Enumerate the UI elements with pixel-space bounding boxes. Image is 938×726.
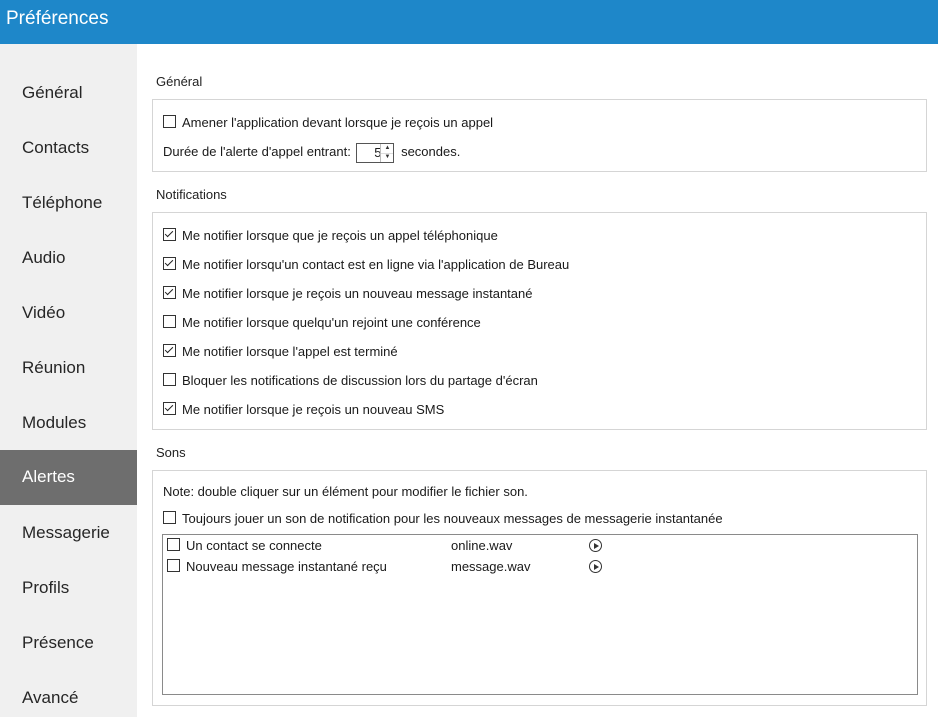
sidebar-item-label: Messagerie <box>22 523 110 542</box>
play-icon[interactable] <box>589 560 602 573</box>
alert-duration-unit: secondes. <box>401 144 461 159</box>
sidebar-item-label: Présence <box>22 633 94 652</box>
sounds-note: Note: double cliquer sur un élément pour… <box>163 484 528 499</box>
general-heading: Général <box>156 74 203 89</box>
sidebar-item-video[interactable]: Vidéo <box>0 286 137 341</box>
notify-incoming-call-label: Me notifier lorsque que je reçois un app… <box>182 228 498 243</box>
sidebar-item-label: Général <box>22 83 83 102</box>
sound-file: message.wav <box>451 559 531 574</box>
stepper-down-icon[interactable]: ▼ <box>381 153 393 162</box>
sidebar-item-alertes[interactable]: Alertes <box>0 450 137 505</box>
window-title: Préférences <box>6 8 109 29</box>
notify-incoming-call-checkbox[interactable] <box>163 228 176 241</box>
sidebar-item-label: Alertes <box>22 467 75 486</box>
notify-call-ended-checkbox[interactable] <box>163 344 176 357</box>
list-item[interactable]: Un contact se connecte online.wav <box>167 537 907 555</box>
sound-event-message: Nouveau message instantané reçu <box>167 558 387 576</box>
sidebar-item-general[interactable]: Général <box>0 66 137 121</box>
notify-contact-online-label: Me notifier lorsqu'un contact est en lig… <box>182 257 570 272</box>
bring-to-front-label: Amener l'application devant lorsque je r… <box>182 115 494 130</box>
sound-name: Nouveau message instantané reçu <box>186 559 387 574</box>
sidebar-item-label: Réunion <box>22 358 86 377</box>
always-play-sound-option[interactable]: Toujours jouer un son de notification po… <box>163 510 723 528</box>
general-group: Amener l'application devant lorsque je r… <box>152 99 927 172</box>
sounds-heading: Sons <box>156 445 186 460</box>
sidebar-item-label: Avancé <box>22 688 79 707</box>
notify-contact-online-option[interactable]: Me notifier lorsqu'un contact est en lig… <box>163 256 569 274</box>
sidebar-item-contacts[interactable]: Contacts <box>0 121 137 176</box>
block-chat-screenshare-option[interactable]: Bloquer les notifications de discussion … <box>163 372 538 390</box>
always-play-sound-checkbox[interactable] <box>163 511 176 524</box>
list-item[interactable]: Nouveau message instantané reçu message.… <box>167 558 907 576</box>
sidebar-item-label: Vidéo <box>22 303 66 322</box>
stepper-arrows: ▲ ▼ <box>380 143 394 162</box>
notify-new-sms-option[interactable]: Me notifier lorsque je reçois un nouveau… <box>163 401 444 419</box>
notify-conference-join-label: Me notifier lorsque quelqu'un rejoint un… <box>182 315 481 330</box>
notify-new-im-label: Me notifier lorsque je reçois un nouveau… <box>182 286 533 301</box>
notifications-group: Me notifier lorsque que je reçois un app… <box>152 212 927 430</box>
play-icon[interactable] <box>589 539 602 552</box>
alert-duration-row: Durée de l'alerte d'appel entrant: 5 ▲ ▼… <box>163 141 460 163</box>
sidebar-item-avance[interactable]: Avancé <box>0 671 137 726</box>
sound-message-checkbox[interactable] <box>167 559 180 572</box>
sound-list[interactable]: Un contact se connecte online.wav Nouvea… <box>162 534 918 695</box>
notify-call-ended-option[interactable]: Me notifier lorsque l'appel est terminé <box>163 343 398 361</box>
sounds-group: Note: double cliquer sur un élément pour… <box>152 470 927 706</box>
notify-conference-join-option[interactable]: Me notifier lorsque quelqu'un rejoint un… <box>163 314 481 332</box>
sidebar: Général Contacts Téléphone Audio Vidéo R… <box>0 44 137 717</box>
sidebar-item-label: Contacts <box>22 138 90 157</box>
bring-to-front-option[interactable]: Amener l'application devant lorsque je r… <box>163 114 493 132</box>
sidebar-item-messagerie[interactable]: Messagerie <box>0 506 137 561</box>
sidebar-item-presence[interactable]: Présence <box>0 616 137 671</box>
sidebar-item-profils[interactable]: Profils <box>0 561 137 616</box>
bring-to-front-checkbox[interactable] <box>163 115 176 128</box>
notify-new-sms-label: Me notifier lorsque je reçois un nouveau… <box>182 402 445 417</box>
block-chat-screenshare-checkbox[interactable] <box>163 373 176 386</box>
notify-new-im-checkbox[interactable] <box>163 286 176 299</box>
notify-new-sms-checkbox[interactable] <box>163 402 176 415</box>
sidebar-item-audio[interactable]: Audio <box>0 231 137 286</box>
sound-online-checkbox[interactable] <box>167 538 180 551</box>
notify-new-im-option[interactable]: Me notifier lorsque je reçois un nouveau… <box>163 285 533 303</box>
block-chat-screenshare-label: Bloquer les notifications de discussion … <box>182 373 538 388</box>
always-play-sound-label: Toujours jouer un son de notification po… <box>182 511 723 526</box>
sidebar-item-label: Téléphone <box>22 193 103 212</box>
alert-duration-value[interactable]: 5 <box>357 145 381 161</box>
sidebar-item-reunion[interactable]: Réunion <box>0 341 137 396</box>
notify-contact-online-checkbox[interactable] <box>163 257 176 270</box>
title-bar: Préférences <box>0 0 938 44</box>
sound-file: online.wav <box>451 538 513 553</box>
sidebar-item-label: Audio <box>22 248 66 267</box>
alert-duration-stepper[interactable]: 5 ▲ ▼ <box>356 142 395 163</box>
sidebar-item-label: Profils <box>22 578 70 597</box>
notify-conference-join-checkbox[interactable] <box>163 315 176 328</box>
sidebar-item-modules[interactable]: Modules <box>0 396 137 451</box>
notify-call-ended-label: Me notifier lorsque l'appel est terminé <box>182 344 398 359</box>
alert-duration-label: Durée de l'alerte d'appel entrant: <box>163 144 351 159</box>
sidebar-item-telephone[interactable]: Téléphone <box>0 176 137 231</box>
notifications-heading: Notifications <box>156 187 227 202</box>
sound-event-online: Un contact se connecte <box>167 537 322 555</box>
sound-name: Un contact se connecte <box>186 538 322 553</box>
sidebar-item-label: Modules <box>22 413 87 432</box>
notify-incoming-call-option[interactable]: Me notifier lorsque que je reçois un app… <box>163 227 498 245</box>
